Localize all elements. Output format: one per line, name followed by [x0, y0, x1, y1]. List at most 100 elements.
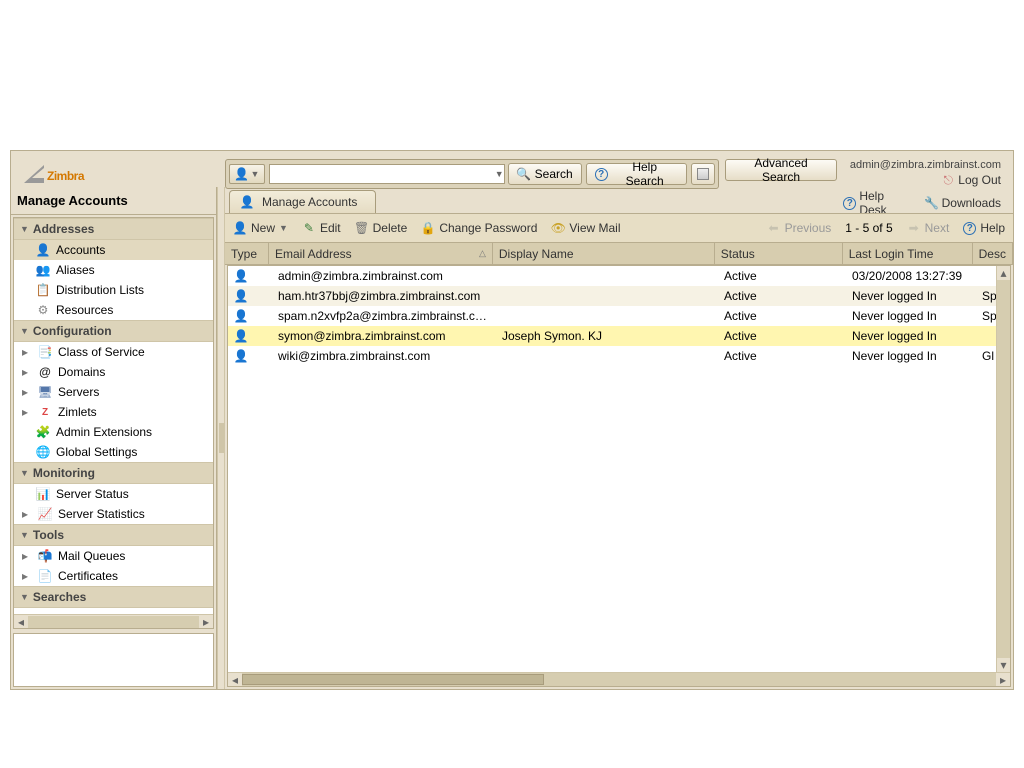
ext-icon: 🧩: [36, 425, 50, 439]
scroll-up-arrow-icon[interactable]: ▴: [997, 266, 1010, 280]
previous-button[interactable]: ⬅ Previous: [767, 221, 832, 235]
scroll-track[interactable]: [28, 616, 199, 628]
scroll-track[interactable]: [997, 280, 1010, 658]
cell-email: admin@zimbra.zimbrainst.com: [272, 269, 496, 283]
sort-asc-icon: △: [479, 248, 486, 259]
grid-header: Type Email Address△ Display Name Status …: [225, 243, 1013, 265]
next-button[interactable]: ➡ Next: [907, 221, 950, 235]
tree-section-header[interactable]: ▼Monitoring: [14, 462, 213, 484]
edit-button[interactable]: ✎ Edit: [302, 221, 341, 235]
mail-icon: 👁: [551, 221, 565, 235]
help-button[interactable]: ? Help: [963, 221, 1005, 235]
scroll-thumb[interactable]: [242, 674, 544, 685]
cell-email: ham.htr37bbj@zimbra.zimbrainst.com: [272, 289, 496, 303]
tree-section-header[interactable]: ▼Searches: [14, 586, 213, 608]
help-label: Help: [980, 221, 1005, 235]
new-button[interactable]: 👤 New ▼: [233, 221, 288, 235]
sidebar-item-mail-queues[interactable]: ▸📬Mail Queues: [14, 546, 213, 566]
help-icon: ?: [963, 222, 976, 235]
cell-type: 👤: [228, 289, 272, 303]
lock-icon: 🔒: [421, 221, 435, 235]
col-desc[interactable]: Desc: [973, 243, 1013, 264]
sidebar-item-label: Distribution Lists: [56, 283, 144, 297]
top-bar: Zimbra 👤 ▼ ▼ 🔍 Search ? Help Search A: [11, 151, 1013, 187]
sidebar-item-global-settings[interactable]: 🌐Global Settings: [14, 442, 213, 462]
chevron-down-icon: ▼: [20, 224, 29, 234]
sidebar-item-label: Domains: [58, 365, 105, 379]
sidebar-item-label: Server Status: [56, 487, 129, 501]
scroll-track[interactable]: [242, 673, 996, 686]
help-search-button[interactable]: ? Help Search: [586, 163, 687, 185]
save-icon: [697, 168, 709, 180]
sidebar-item-admin-extensions[interactable]: 🧩Admin Extensions: [14, 422, 213, 442]
table-row[interactable]: 👤ham.htr37bbj@zimbra.zimbrainst.comActiv…: [228, 286, 1010, 306]
grid-body: 👤admin@zimbra.zimbrainst.comActive03/20/…: [227, 265, 1011, 687]
sidebar-item-server-statistics[interactable]: ▸📈Server Statistics: [14, 504, 213, 524]
sidebar-hscrollbar[interactable]: ◂ ▸: [14, 614, 213, 628]
arrow-right-icon: ➡: [907, 221, 921, 235]
sidebar-item-resources[interactable]: ⚙Resources: [14, 300, 213, 320]
advanced-search-button[interactable]: Advanced Search: [725, 159, 838, 181]
table-row[interactable]: 👤symon@zimbra.zimbrainst.comJoseph Symon…: [228, 326, 1010, 346]
change-password-button[interactable]: 🔒 Change Password: [421, 221, 537, 235]
edit-icon: ✎: [302, 221, 316, 235]
scroll-right-arrow-icon[interactable]: ▸: [996, 673, 1010, 686]
expand-icon: ▸: [22, 405, 32, 419]
table-row[interactable]: 👤admin@zimbra.zimbrainst.comActive03/20/…: [228, 266, 1010, 286]
view-mail-label: View Mail: [569, 221, 620, 235]
col-email-label: Email Address: [275, 247, 352, 261]
splitter[interactable]: [217, 187, 225, 689]
grid-rows[interactable]: 👤admin@zimbra.zimbrainst.comActive03/20/…: [228, 266, 1010, 686]
col-login[interactable]: Last Login Time: [843, 243, 973, 264]
search-icon: 🔍: [517, 167, 531, 181]
tree-section-header[interactable]: ▼Configuration: [14, 320, 213, 342]
col-display[interactable]: Display Name: [493, 243, 715, 264]
chevron-down-icon[interactable]: ▼: [495, 169, 504, 179]
sidebar-item-servers[interactable]: ▸🖥Servers: [14, 382, 213, 402]
sidebar-item-accounts[interactable]: 👤Accounts: [14, 240, 213, 260]
grid-hscrollbar[interactable]: ◂ ▸: [228, 672, 1010, 686]
person-icon: 👤: [234, 309, 248, 323]
table-row[interactable]: 👤wiki@zimbra.zimbrainst.comActiveNever l…: [228, 346, 1010, 366]
sidebar-item-server-status[interactable]: 📊Server Status: [14, 484, 213, 504]
at-icon: @: [38, 365, 52, 379]
app-window: Zimbra 👤 ▼ ▼ 🔍 Search ? Help Search A: [10, 150, 1014, 690]
table-row[interactable]: 👤spam.n2xvfp2a@zimbra.zimbrainst.comActi…: [228, 306, 1010, 326]
person-icon: 👤: [234, 269, 248, 283]
col-type[interactable]: Type: [225, 243, 269, 264]
sidebar-item-domains[interactable]: ▸@Domains: [14, 362, 213, 382]
sidebar-item-class-of-service[interactable]: ▸📑Class of Service: [14, 342, 213, 362]
tree-section-header[interactable]: ▼Tools: [14, 524, 213, 546]
logout-link[interactable]: ⎋ Log Out: [941, 173, 1001, 187]
tree-section-header[interactable]: ▼Addresses: [14, 218, 213, 240]
col-email[interactable]: Email Address △: [269, 243, 493, 264]
delete-button[interactable]: 🗑 Delete: [355, 221, 408, 235]
alias-icon: 👥: [36, 263, 50, 277]
scroll-left-arrow-icon[interactable]: ◂: [228, 673, 242, 686]
scroll-down-arrow-icon[interactable]: ▾: [997, 658, 1010, 672]
person-icon: 👤: [234, 329, 248, 343]
sidebar-item-aliases[interactable]: 👥Aliases: [14, 260, 213, 280]
expand-icon: ▸: [22, 385, 32, 399]
search-input[interactable]: [269, 164, 505, 184]
scroll-left-arrow-icon[interactable]: ◂: [14, 616, 28, 628]
cell-display: Joseph Symon. KJ: [496, 329, 718, 343]
sidebar-item-distribution-lists[interactable]: 📋Distribution Lists: [14, 280, 213, 300]
grid-vscrollbar[interactable]: ▴ ▾: [996, 266, 1010, 672]
next-label: Next: [925, 221, 950, 235]
tabs: 👤 Manage Accounts: [225, 187, 1013, 213]
col-login-label: Last Login Time: [849, 247, 934, 261]
sidebar-tree[interactable]: ▼Addresses👤Accounts👥Aliases📋Distribution…: [14, 218, 213, 614]
tab-manage-accounts[interactable]: 👤 Manage Accounts: [229, 190, 376, 213]
view-mail-button[interactable]: 👁 View Mail: [551, 221, 620, 235]
sidebar-item-label: Certificates: [58, 569, 118, 583]
scroll-right-arrow-icon[interactable]: ▸: [199, 616, 213, 628]
col-status[interactable]: Status: [715, 243, 843, 264]
sidebar-item-certificates[interactable]: ▸📄Certificates: [14, 566, 213, 586]
save-search-button[interactable]: [691, 163, 715, 185]
delete-label: Delete: [373, 221, 408, 235]
sidebar-item-zimlets[interactable]: ▸ZZimlets: [14, 402, 213, 422]
sidebar: Manage Accounts ▼Addresses👤Accounts👥Alia…: [11, 187, 217, 689]
search-button[interactable]: 🔍 Search: [508, 163, 582, 185]
search-type-dropdown[interactable]: 👤 ▼: [229, 164, 265, 184]
